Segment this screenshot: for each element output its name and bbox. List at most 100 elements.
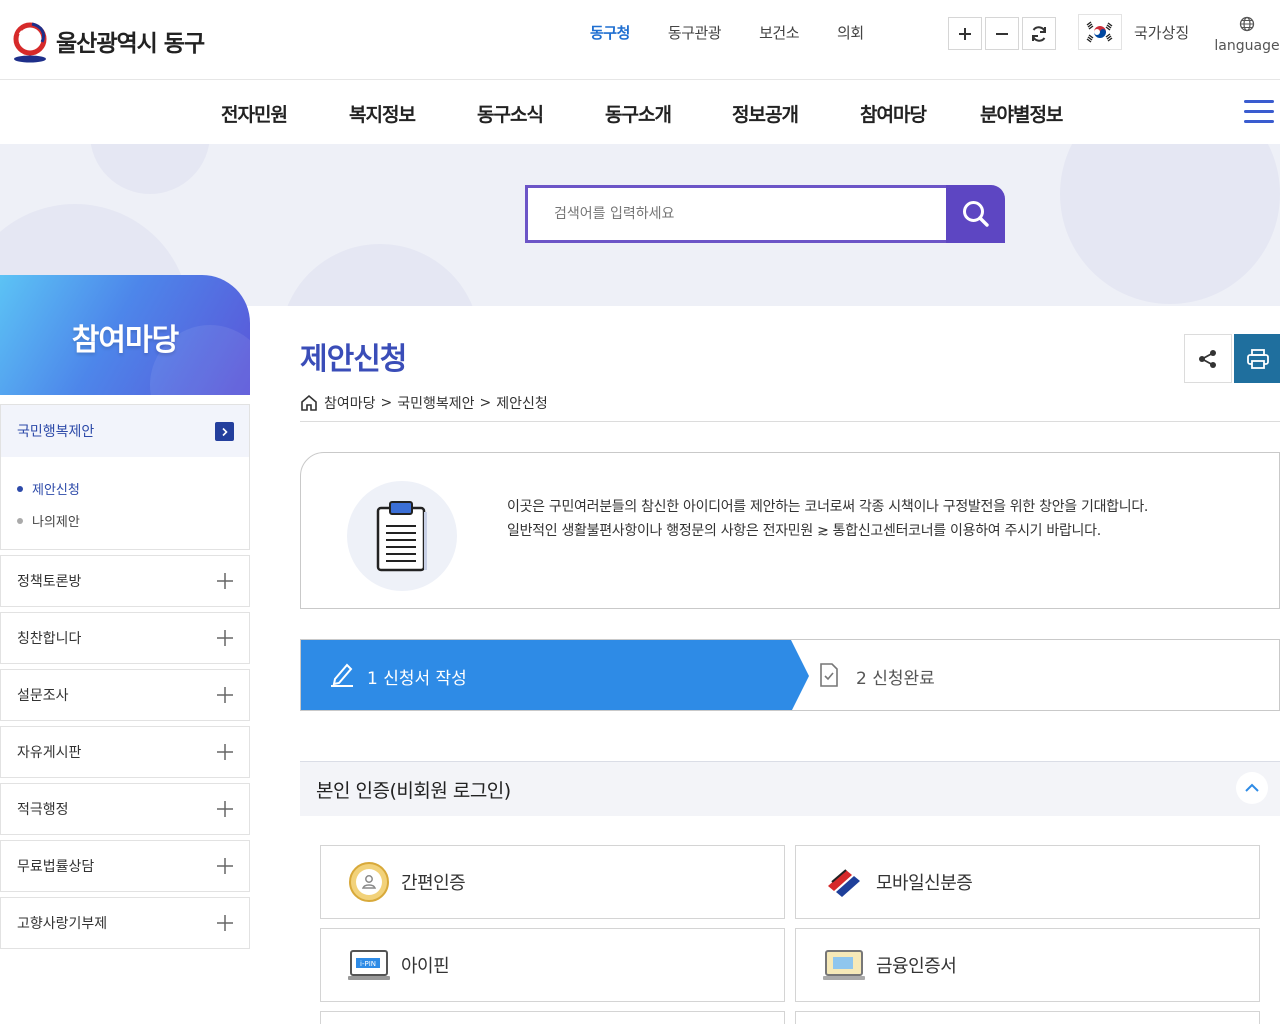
lnb-item-label: 설문조사 <box>17 688 69 704</box>
breadcrumb-item[interactable]: 국민행복제안 <box>397 393 474 413</box>
search-button[interactable] <box>946 185 1005 243</box>
lnb-sub-item-proposal-apply[interactable]: 제안신청 <box>17 479 80 498</box>
lnb-group-label: 국민행복제안 <box>17 424 95 440</box>
breadcrumb-item[interactable]: 참여마당 <box>324 393 376 413</box>
lnb-group-citizen-proposal[interactable]: 국민행복제안 <box>1 405 249 457</box>
gnb-item-field-info[interactable]: 분야별정보 <box>980 100 1063 127</box>
lnb-sub-item-label: 제안신청 <box>32 483 80 498</box>
lnb-item-label: 적극행정 <box>17 802 69 818</box>
site-logo[interactable]: 울산광역시 동구 <box>12 20 205 63</box>
util-link-health-center[interactable]: 보건소 <box>759 22 799 43</box>
lnb-item-policy-debate[interactable]: 정책토론방 <box>0 555 250 607</box>
lnb-item-hometown-donation[interactable]: 고향사랑기부제 <box>0 897 250 949</box>
financial-cert-icon <box>820 941 868 989</box>
lnb-sub-item-label: 나의제안 <box>32 515 80 530</box>
lnb-item-free-legal-advice[interactable]: 무료법률상담 <box>0 840 250 892</box>
lnb-item-label: 자유게시판 <box>17 745 82 761</box>
gnb-item-info-disclosure[interactable]: 정보공개 <box>732 100 799 127</box>
lnb-header: 참여마당 <box>0 275 250 395</box>
language-label: language <box>1214 38 1280 54</box>
zoom-reset-button[interactable] <box>1022 17 1056 50</box>
breadcrumb-item-current: 제안신청 <box>496 396 548 412</box>
auth-option-label: 모바일신분증 <box>876 873 973 894</box>
auth-option-next-row[interactable] <box>795 1011 1260 1024</box>
auth-option-label: 아이핀 <box>401 956 450 977</box>
document-check-icon <box>820 663 838 687</box>
lnb-item-survey[interactable]: 설문조사 <box>0 669 250 721</box>
step-1-write: 1 신청서 작성 <box>301 640 809 710</box>
home-icon[interactable] <box>300 394 318 412</box>
plus-icon <box>217 687 233 703</box>
simple-auth-icon <box>345 858 393 906</box>
gnb-item-participation[interactable]: 참여마당 <box>860 100 927 127</box>
lnb-item-label: 정책토론방 <box>17 574 82 590</box>
share-button[interactable] <box>1184 334 1232 383</box>
refresh-icon <box>1032 25 1046 42</box>
auth-option-label: 간편인증 <box>401 873 466 894</box>
site-name: 울산광역시 동구 <box>56 31 205 57</box>
intro-box: 이곳은 구민여러분들의 참신한 아이디어를 제안하는 코너로써 각종 시책이나 … <box>300 452 1280 609</box>
util-link-council[interactable]: 의회 <box>837 22 864 43</box>
auth-option-next-row[interactable] <box>320 1011 785 1024</box>
step-2-label: 2 신청완료 <box>856 669 935 689</box>
lnb-active-group: 국민행복제안 제안신청 나의제안 <box>0 404 250 550</box>
chevron-right-icon <box>215 422 234 441</box>
auth-option-mobile-id[interactable]: 모바일신분증 <box>795 845 1260 919</box>
auth-section-header[interactable]: 본인 인증(비회원 로그인) <box>300 761 1280 816</box>
ipin-icon: i-PIN <box>345 941 393 989</box>
minus-icon <box>996 32 1008 35</box>
lnb-item-praise[interactable]: 칭찬합니다 <box>0 612 250 664</box>
mobile-id-icon <box>820 858 868 906</box>
auth-option-ipin[interactable]: i-PIN 아이핀 <box>320 928 785 1002</box>
pencil-icon <box>331 663 353 687</box>
gnb-item-civil-service[interactable]: 전자민원 <box>221 100 288 127</box>
util-link-tourism[interactable]: 동구관광 <box>668 22 722 43</box>
lnb-item-label: 고향사랑기부제 <box>17 916 108 932</box>
language-selector[interactable]: language <box>1212 16 1280 54</box>
intro-line-1: 이곳은 구민여러분들의 참신한 아이디어를 제안하는 코너로써 각종 시책이나 … <box>507 499 1149 515</box>
plus-icon <box>217 573 233 589</box>
lnb-item-proactive-admin[interactable]: 적극행정 <box>0 783 250 835</box>
plus-icon <box>217 801 233 817</box>
gnb-item-intro[interactable]: 동구소개 <box>605 100 672 127</box>
plus-icon <box>217 858 233 874</box>
top-utility-bar: 울산광역시 동구 동구청 동구관광 보건소 의회 국가상징 language <box>0 0 1280 80</box>
lnb-item-free-board[interactable]: 자유게시판 <box>0 726 250 778</box>
step-1-label: 1 신청서 작성 <box>367 669 467 689</box>
all-menu-button[interactable] <box>1244 100 1276 126</box>
search-input[interactable] <box>528 188 949 240</box>
zoom-in-button[interactable] <box>948 17 982 50</box>
intro-line-2: 일반적인 생활불편사항이나 행정문의 사항은 전자민원 ≳ 통합신고센터코너를 … <box>507 523 1101 539</box>
national-symbol-button[interactable] <box>1078 14 1122 50</box>
plus-icon <box>217 915 233 931</box>
national-symbol-label[interactable]: 국가상징 <box>1134 22 1189 43</box>
svg-text:i-PIN: i-PIN <box>360 960 376 968</box>
intro-text: 이곳은 구민여러분들의 참신한 아이디어를 제안하는 코너로써 각종 시책이나 … <box>507 495 1148 543</box>
lnb-sub-item-my-proposal[interactable]: 나의제안 <box>17 511 80 530</box>
utility-links: 동구청 동구관광 보건소 의회 <box>590 22 902 43</box>
breadcrumb: 참여마당 > 국민행복제안 > 제안신청 <box>300 393 548 413</box>
main-navigation: 전자민원 복지정보 동구소식 동구소개 정보공개 참여마당 분야별정보 <box>0 80 1280 144</box>
clipboard-icon <box>347 481 457 591</box>
zoom-out-button[interactable] <box>985 17 1019 50</box>
page-title: 제안신청 <box>300 342 407 377</box>
auth-option-simple[interactable]: 간편인증 <box>320 845 785 919</box>
lnb-item-label: 무료법률상담 <box>17 859 95 875</box>
auth-option-financial-cert[interactable]: 금융인증서 <box>795 928 1260 1002</box>
share-icon <box>1199 349 1216 368</box>
plus-icon <box>217 744 233 760</box>
print-button[interactable] <box>1234 334 1280 383</box>
search-icon <box>962 201 989 227</box>
auth-section-title: 본인 인증(비회원 로그인) <box>316 780 511 802</box>
city-emblem-icon <box>12 20 48 63</box>
globe-icon <box>1239 16 1255 32</box>
lnb-title: 참여마당 <box>71 323 179 358</box>
util-link-dong-gu-office[interactable]: 동구청 <box>590 22 630 43</box>
plus-icon <box>217 630 233 646</box>
korea-flag-icon <box>1083 20 1117 44</box>
gnb-item-welfare[interactable]: 복지정보 <box>349 100 416 127</box>
chevron-up-icon[interactable] <box>1236 772 1268 804</box>
progress-steps: 1 신청서 작성 2 신청완료 <box>300 639 1280 711</box>
gnb-item-news[interactable]: 동구소식 <box>477 100 544 127</box>
lnb-item-label: 칭찬합니다 <box>17 631 82 647</box>
